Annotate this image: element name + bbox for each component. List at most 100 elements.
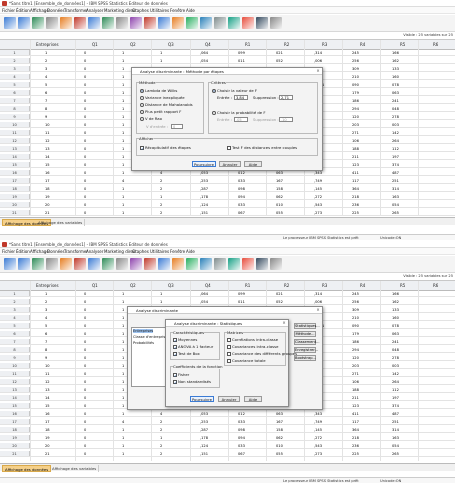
table-cell[interactable]: 1 <box>122 210 124 216</box>
row-number[interactable]: 2 <box>0 299 30 305</box>
row-number[interactable]: 15 <box>0 403 30 409</box>
method-unexplained-radio[interactable]: Variance inexpliquée <box>140 95 185 100</box>
table-cell[interactable]: 179 <box>352 90 359 96</box>
use-sets-icon[interactable] <box>242 258 254 270</box>
table-cell[interactable]: ,749 <box>314 419 322 425</box>
table-cell[interactable]: 162 <box>392 299 399 305</box>
row-number[interactable]: 17 <box>0 419 30 425</box>
table-cell[interactable]: 0 <box>84 90 86 96</box>
use-f-value-radio[interactable]: Choisir la valeur de F <box>212 88 257 93</box>
table-cell[interactable]: ,053 <box>200 411 208 417</box>
row-number[interactable]: 6 <box>0 331 30 337</box>
table-cell[interactable]: 1 <box>122 114 124 120</box>
within-groups-covariance-checkbox[interactable]: Covariances intra-classe <box>227 344 278 349</box>
menu-9[interactable]: Fenêtre <box>170 249 185 254</box>
value-labels-icon[interactable] <box>228 17 240 29</box>
table-cell[interactable]: 0 <box>84 82 86 88</box>
menu-5[interactable]: Analyser <box>86 249 103 254</box>
undo-icon[interactable] <box>60 17 72 29</box>
table-cell[interactable]: ,543 <box>314 202 322 208</box>
row-number[interactable]: 17 <box>0 178 30 184</box>
table-row[interactable]: 19 19 0 1 1 ,178 094 062 ,272 218 163 <box>0 194 455 201</box>
value-labels-icon[interactable] <box>228 258 240 270</box>
table-cell[interactable]: 167 <box>276 178 283 184</box>
table-cell[interactable]: 1 <box>122 403 124 409</box>
table-cell[interactable]: 265 <box>392 210 399 216</box>
row-number[interactable]: 16 <box>0 411 30 417</box>
column-header[interactable]: R6 <box>433 42 438 47</box>
table-cell[interactable]: 1 <box>122 395 124 401</box>
table-cell[interactable]: 264 <box>392 379 399 385</box>
table-cell[interactable]: 142 <box>392 371 399 377</box>
column-header[interactable]: Q2 <box>130 283 136 288</box>
table-cell[interactable]: 314 <box>392 427 399 433</box>
table-cell[interactable]: 7 <box>45 98 47 104</box>
row-number[interactable]: 8 <box>0 347 30 353</box>
anova-checkbox[interactable]: ✓ANOVA à 1 facteur <box>173 344 213 350</box>
table-cell[interactable]: 166 <box>392 50 399 56</box>
table-cell[interactable]: 0 <box>84 146 86 152</box>
table-cell[interactable]: 2 <box>160 427 162 433</box>
table-cell[interactable]: 1 <box>122 291 124 297</box>
use-sets-icon[interactable] <box>242 17 254 29</box>
row-number[interactable]: 5 <box>0 323 30 329</box>
table-cell[interactable]: 0 <box>84 299 86 305</box>
table-cell[interactable]: 210 <box>352 315 359 321</box>
table-cell[interactable]: 225 <box>352 210 359 216</box>
table-cell[interactable]: 0 <box>84 403 86 409</box>
open-icon[interactable] <box>4 17 16 29</box>
table-cell[interactable]: ,151 <box>200 451 208 457</box>
table-cell[interactable]: 1 <box>122 435 124 441</box>
table-cell[interactable]: 1 <box>122 387 124 393</box>
row-number[interactable]: 14 <box>0 154 30 160</box>
table-cell[interactable]: 309 <box>352 307 359 313</box>
table-cell[interactable]: 2 <box>160 443 162 449</box>
close-icon[interactable]: × <box>316 308 320 312</box>
table-cell[interactable]: 1 <box>122 66 124 72</box>
print-icon[interactable] <box>32 17 44 29</box>
table-cell[interactable]: ,054 <box>200 58 208 64</box>
table-cell[interactable]: 0 <box>84 194 86 200</box>
table-cell[interactable]: ,253 <box>200 419 208 425</box>
unstandardized-checkbox[interactable]: ✓Non standardisés <box>173 379 211 385</box>
menu-5[interactable]: Analyser <box>86 8 103 13</box>
table-cell[interactable]: 0 <box>84 210 86 216</box>
table-cell[interactable]: 251 <box>392 419 399 425</box>
table-cell[interactable]: 1 <box>122 363 124 369</box>
help-button[interactable]: Aide <box>244 396 262 402</box>
table-cell[interactable]: 1 <box>122 154 124 160</box>
table-cell[interactable]: 18 <box>45 186 50 192</box>
table-cell[interactable]: 6 <box>45 90 47 96</box>
table-cell[interactable]: 0 <box>84 162 86 168</box>
use-f-probability-radio[interactable]: Choisir la probabilité de F <box>212 110 266 115</box>
table-cell[interactable]: 5 <box>45 82 47 88</box>
table-cell[interactable]: 188 <box>352 146 359 152</box>
table-cell[interactable]: 133 <box>392 66 399 72</box>
column-header[interactable]: Entreprises <box>36 283 59 288</box>
menu-4[interactable]: Transformer <box>64 8 88 13</box>
table-cell[interactable]: 197 <box>392 395 399 401</box>
table-cell[interactable]: 16 <box>45 411 50 417</box>
table-cell[interactable]: 264 <box>392 138 399 144</box>
table-cell[interactable]: ,287 <box>200 186 208 192</box>
column-header[interactable]: R1 <box>245 42 250 47</box>
table-row[interactable]: 2 2 0 1 1,054 011 052,006 256 162 <box>0 299 455 306</box>
table-cell[interactable]: 1 <box>122 339 124 345</box>
table-cell[interactable]: 218 <box>352 194 359 200</box>
table-cell[interactable]: 1 <box>122 138 124 144</box>
table-cell[interactable]: 9 <box>45 355 47 361</box>
row-number[interactable]: 5 <box>0 82 30 88</box>
table-cell[interactable]: 0 <box>84 114 86 120</box>
row-number[interactable]: 7 <box>0 339 30 345</box>
table-cell[interactable]: 1 <box>122 186 124 192</box>
row-number[interactable]: 20 <box>0 202 30 208</box>
row-number[interactable]: 13 <box>0 387 30 393</box>
table-cell[interactable]: 123 <box>352 403 359 409</box>
table-cell[interactable]: ,273 <box>314 210 322 216</box>
table-cell[interactable]: 1 <box>122 443 124 449</box>
table-cell[interactable]: 0 <box>84 379 86 385</box>
table-cell[interactable]: ,287 <box>200 427 208 433</box>
tab-variable-view[interactable]: Affichage des variables <box>36 219 86 226</box>
table-cell[interactable]: 011 <box>238 58 245 64</box>
table-cell[interactable]: 1 <box>122 106 124 112</box>
